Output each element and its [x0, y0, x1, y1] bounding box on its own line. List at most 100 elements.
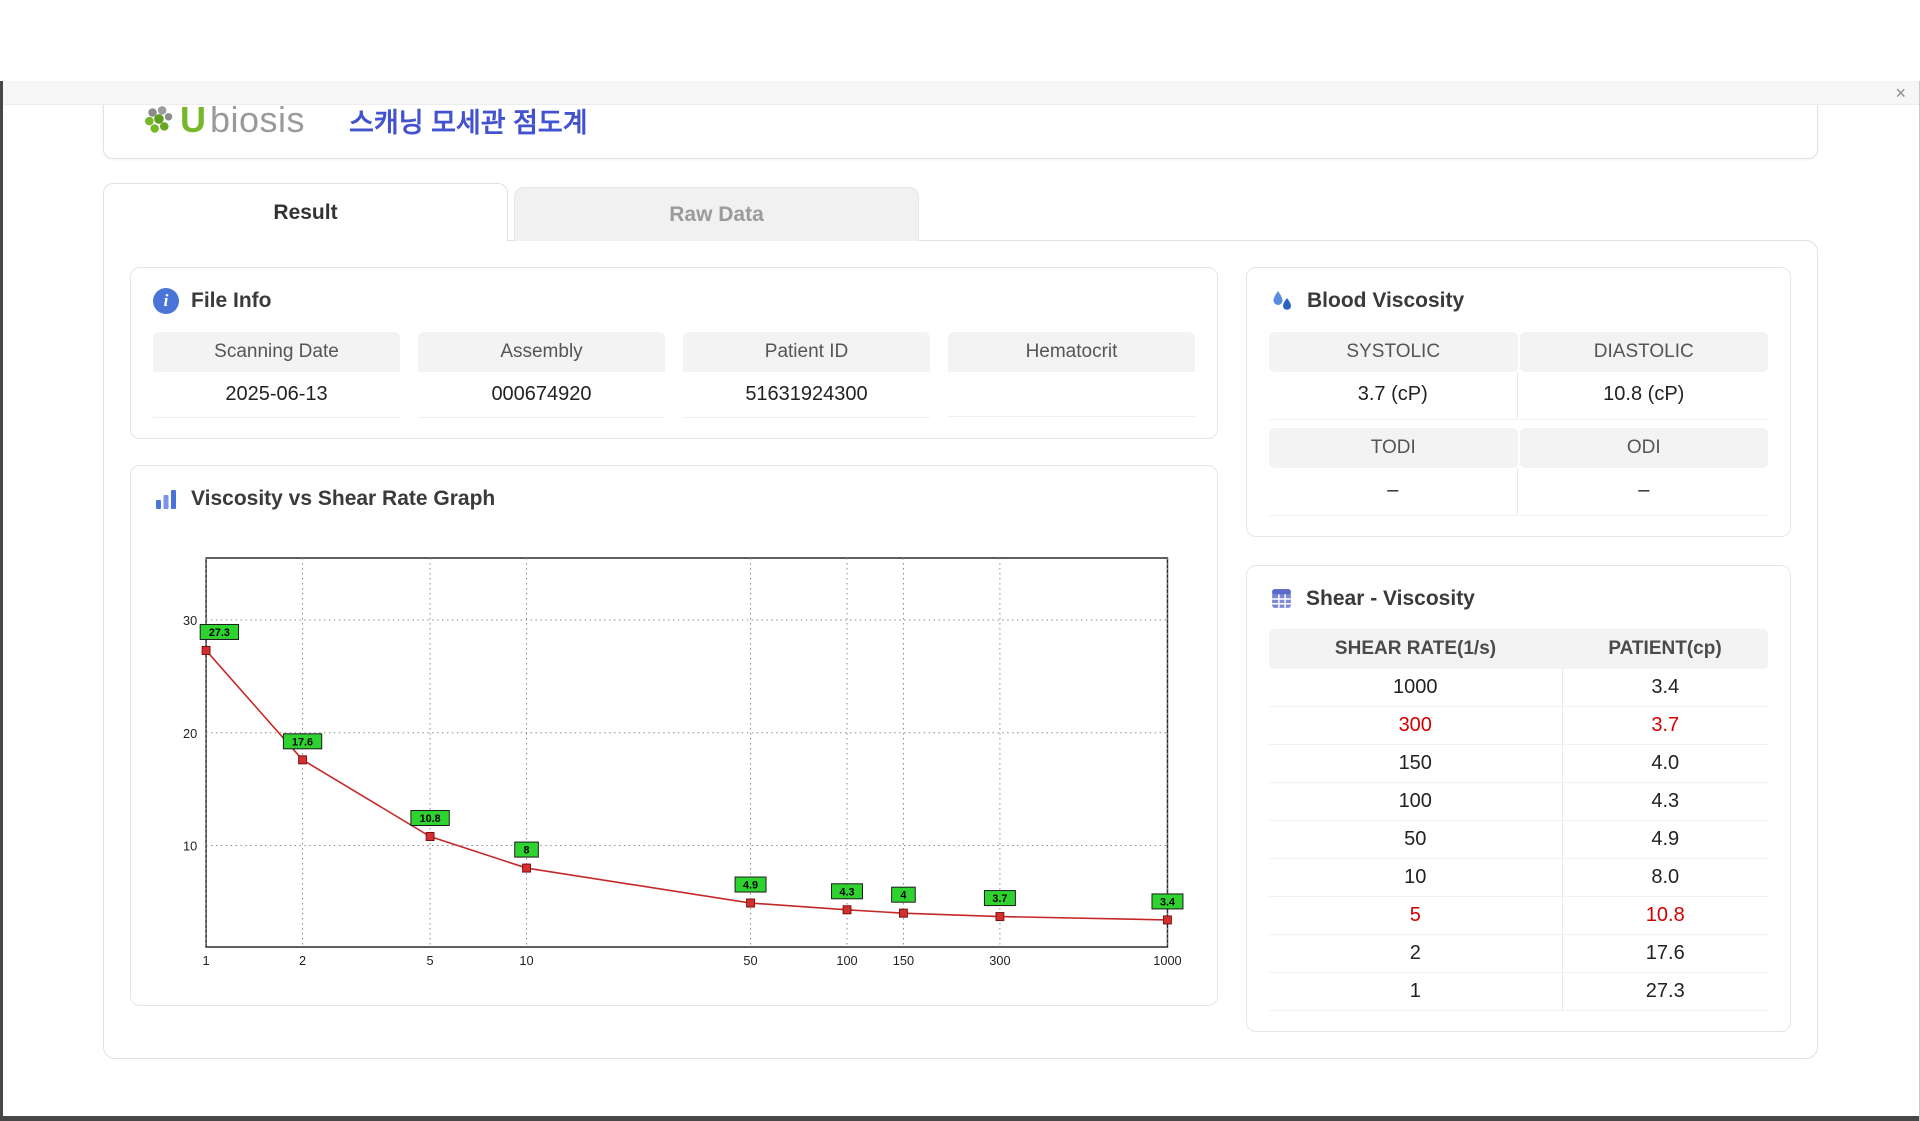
svg-text:3.4: 3.4 [1160, 896, 1175, 908]
shear-cell: 1000 [1269, 669, 1563, 707]
table-row: 50 4.9 [1269, 820, 1768, 859]
svg-text:1: 1 [203, 953, 210, 968]
systolic-value: 3.7 (cP) [1269, 372, 1518, 420]
diastolic-label: DIASTOLIC [1519, 332, 1768, 372]
odi-value: – [1519, 468, 1768, 516]
svg-text:10: 10 [519, 953, 533, 968]
table-header-row: SHEAR RATE(1/s) PATIENT(cp) [1269, 629, 1768, 669]
shear-cell: 10 [1269, 858, 1563, 897]
field-value: 000674920 [418, 372, 665, 418]
todi-value: – [1269, 468, 1518, 516]
field-assembly: Assembly 000674920 [418, 332, 665, 418]
shear-cell: 100 [1269, 782, 1563, 821]
tab-raw-data[interactable]: Raw Data [514, 187, 919, 241]
table-row: 1 27.3 [1269, 972, 1768, 1011]
field-label: Scanning Date [153, 332, 400, 372]
svg-text:20: 20 [183, 726, 197, 741]
svg-text:100: 100 [836, 953, 857, 968]
shear-viscosity-table: SHEAR RATE(1/s) PATIENT(cp) 1000 3.4 300 3… [1269, 629, 1768, 1011]
table-row: 2 17.6 [1269, 934, 1768, 973]
page: Ubiosis 스캐닝 모세관 점도계 Result Raw Data i Fi… [103, 81, 1818, 1059]
field-patient-id: Patient ID 51631924300 [683, 332, 930, 418]
svg-text:10: 10 [183, 838, 197, 853]
svg-text:3.7: 3.7 [992, 893, 1007, 905]
patient-cell: 4.3 [1562, 782, 1768, 821]
shear-viscosity-title: Shear - Viscosity [1306, 586, 1475, 610]
table-row: 10 8.0 [1269, 858, 1768, 897]
svg-text:5: 5 [427, 953, 434, 968]
odi-label: ODI [1519, 428, 1768, 468]
right-column: Blood Viscosity SYSTOLIC DIASTOLIC 3.7 (… [1246, 267, 1791, 1032]
svg-text:1000: 1000 [1153, 953, 1181, 968]
field-value [948, 372, 1195, 417]
left-column: i File Info Scanning Date 2025-06-13 Ass… [130, 267, 1218, 1032]
file-info-fields: Scanning Date 2025-06-13 Assembly 000674… [153, 332, 1195, 418]
graph-title: Viscosity vs Shear Rate Graph [191, 487, 496, 510]
svg-text:300: 300 [989, 953, 1010, 968]
shear-viscosity-card: Shear - Viscosity SHEAR RATE(1/s) PATIEN… [1246, 565, 1791, 1032]
viscosity-shear-chart: 1 2 5 10 50 100 150 300 1000 10 20 30 27.3 17.6 10.8 8 4… [183, 557, 1184, 968]
tab-result[interactable]: Result [103, 183, 508, 243]
tab-bar: Result Raw Data [103, 183, 1818, 243]
field-value: 51631924300 [683, 372, 930, 418]
patient-cell: 3.7 [1562, 706, 1768, 745]
window-bottom-edge [0, 1116, 1920, 1121]
logo-text-u: U [180, 99, 206, 140]
patient-cell: 3.4 [1562, 669, 1768, 707]
shear-cell: 50 [1269, 820, 1563, 859]
table-grid-icon [1269, 586, 1294, 611]
patient-cell: 4.0 [1562, 744, 1768, 783]
svg-text:17.6: 17.6 [292, 736, 313, 748]
close-icon[interactable]: × [1895, 83, 1906, 103]
patient-cell: 8.0 [1562, 858, 1768, 897]
blood-viscosity-card: Blood Viscosity SYSTOLIC DIASTOLIC 3.7 (… [1246, 267, 1791, 537]
field-label: Hematocrit [948, 332, 1195, 372]
field-label: Patient ID [683, 332, 930, 372]
patient-cell: 27.3 [1562, 972, 1768, 1011]
droplet-icon [1269, 288, 1295, 314]
patient-cell: 17.6 [1562, 934, 1768, 973]
col-shear-rate: SHEAR RATE(1/s) [1269, 629, 1563, 669]
window-left-edge [0, 81, 3, 1121]
svg-text:8: 8 [524, 844, 530, 856]
blood-viscosity-title: Blood Viscosity [1307, 289, 1465, 312]
patient-cell: 10.8 [1562, 896, 1768, 935]
shear-cell: 5 [1269, 896, 1563, 935]
patient-cell: 4.9 [1562, 820, 1768, 859]
svg-text:30: 30 [183, 613, 197, 628]
field-scanning-date: Scanning Date 2025-06-13 [153, 332, 400, 418]
shear-cell: 2 [1269, 934, 1563, 973]
table-row: 300 3.7 [1269, 706, 1768, 745]
field-label: Assembly [418, 332, 665, 372]
logo-grapes-icon [144, 104, 176, 136]
svg-text:4.3: 4.3 [840, 886, 855, 898]
svg-text:50: 50 [743, 953, 757, 968]
window-top-strip [0, 81, 1920, 105]
svg-text:4: 4 [900, 890, 906, 902]
table-row: 150 4.0 [1269, 744, 1768, 783]
table-row: 100 4.3 [1269, 782, 1768, 821]
table-row: 5 10.8 [1269, 896, 1768, 935]
file-info-title: File Info [191, 289, 272, 312]
systolic-label: SYSTOLIC [1269, 332, 1518, 372]
bar-chart-icon [153, 486, 179, 512]
result-panel: i File Info Scanning Date 2025-06-13 Ass… [103, 240, 1818, 1059]
field-value: 2025-06-13 [153, 372, 400, 418]
svg-text:27.3: 27.3 [209, 627, 230, 639]
svg-text:150: 150 [893, 953, 914, 968]
app-title: 스캐닝 모세관 점도계 [349, 107, 588, 138]
shear-cell: 300 [1269, 706, 1563, 745]
svg-text:10.8: 10.8 [420, 813, 441, 825]
diastolic-value: 10.8 (cP) [1519, 372, 1768, 420]
file-info-card: i File Info Scanning Date 2025-06-13 Ass… [130, 267, 1218, 439]
shear-cell: 150 [1269, 744, 1563, 783]
col-patient: PATIENT(cp) [1562, 629, 1768, 669]
ubiosis-logo: Ubiosis [144, 102, 305, 138]
logo-text-rest: biosis [210, 99, 306, 140]
svg-text:4.9: 4.9 [743, 879, 758, 891]
viscosity-graph-card: Viscosity vs Shear Rate Graph 1 2 5 10 50 100… [130, 465, 1218, 1006]
shear-cell: 1 [1269, 972, 1563, 1011]
table-row: 1000 3.4 [1269, 669, 1768, 707]
todi-label: TODI [1269, 428, 1518, 468]
info-icon: i [153, 288, 179, 314]
